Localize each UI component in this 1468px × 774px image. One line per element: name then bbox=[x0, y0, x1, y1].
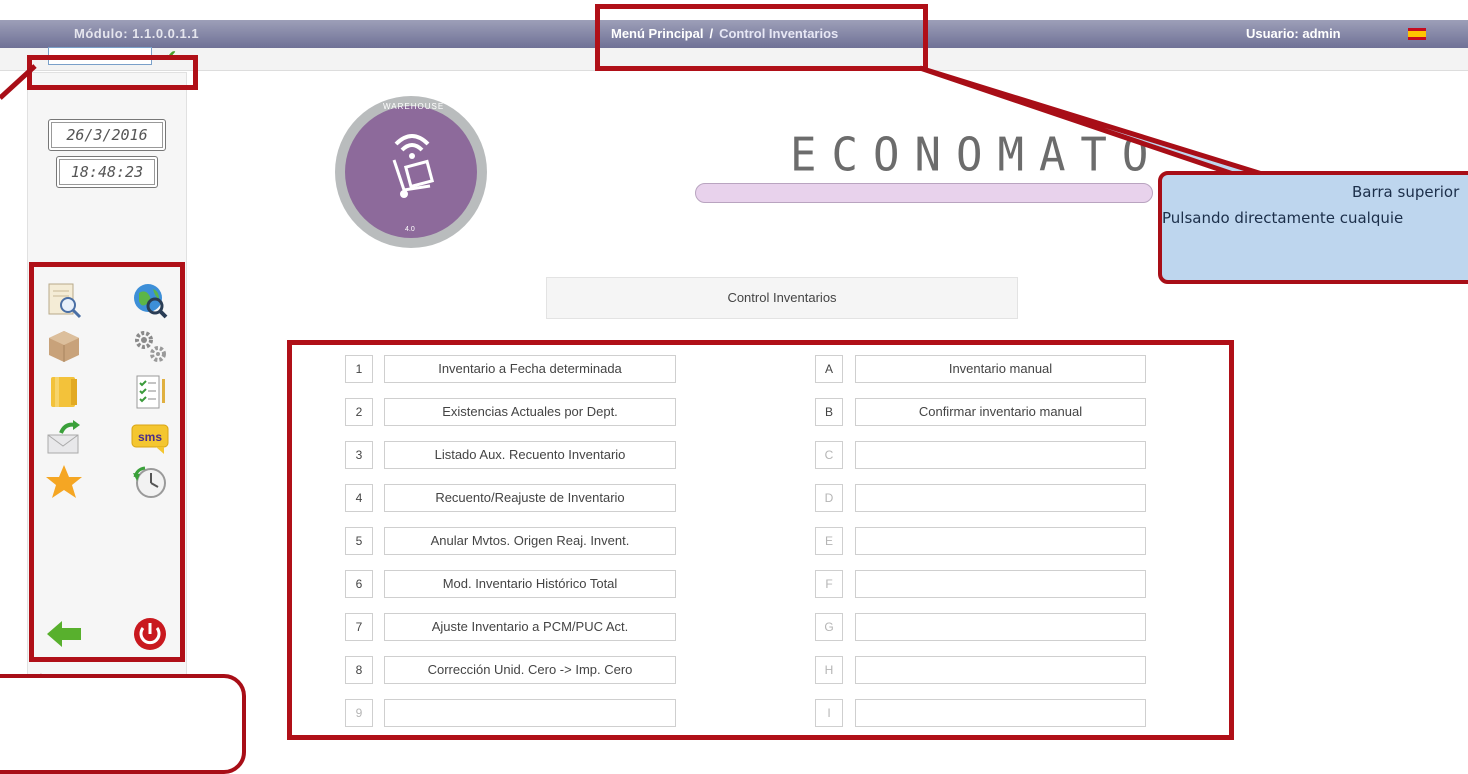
spain-flag-icon[interactable] bbox=[1408, 28, 1426, 40]
callout-barra-superior: Barra superior Pulsando directamente cua… bbox=[1158, 171, 1468, 284]
wifi-cart-icon bbox=[392, 134, 435, 198]
annotation-frame-code-input bbox=[27, 55, 198, 90]
annotation-frame-breadcrumb bbox=[595, 4, 928, 71]
callout-line-2: Pulsando directamente cualquie bbox=[1162, 209, 1404, 227]
logo-warehouse-text: WAREHOUSE bbox=[383, 102, 445, 111]
logo-version: 4.0 bbox=[405, 226, 415, 233]
brand-title: ECONOMATO bbox=[790, 128, 1164, 183]
section-title: Control Inventarios bbox=[546, 277, 1018, 319]
callout-bottom bbox=[0, 674, 246, 774]
module-version: Módulo: 1.1.0.0.1.1 bbox=[74, 26, 200, 41]
date-display: 26/3/2016 bbox=[48, 119, 166, 151]
callout-line-1: Barra superior bbox=[1352, 183, 1460, 201]
brand-bar bbox=[695, 183, 1153, 203]
annotation-frame-menu bbox=[287, 340, 1234, 740]
annotation-frame-icons bbox=[29, 262, 185, 662]
time-display: 18:48:23 bbox=[56, 156, 158, 188]
user-label: Usuario: admin bbox=[1246, 26, 1341, 41]
